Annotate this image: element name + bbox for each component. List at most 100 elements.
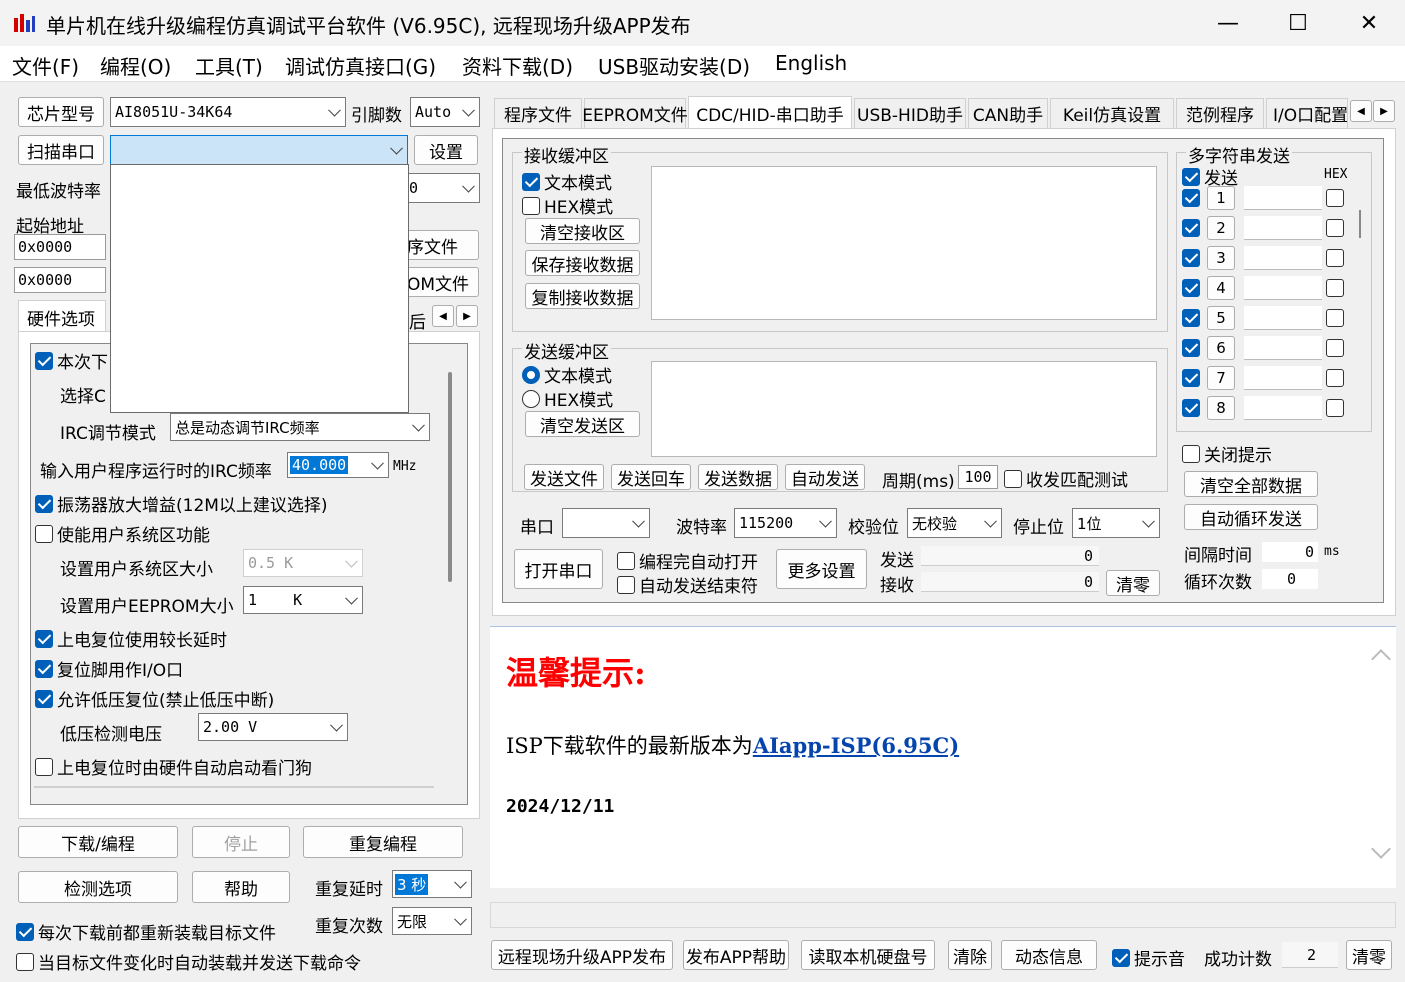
checkbox-icon[interactable] <box>1182 219 1200 237</box>
copy-rx-button[interactable]: 复制接收数据 <box>525 283 640 309</box>
multi-send-row-input[interactable] <box>1244 216 1322 240</box>
send-enter-button[interactable]: 发送回车 <box>611 464 691 490</box>
irc-mode-select[interactable]: 总是动态调节IRC频率 <box>170 413 430 441</box>
tab-scroll-right-icon[interactable]: ▶ <box>456 305 478 327</box>
maximize-button[interactable]: ☐ <box>1263 0 1333 46</box>
menu-tools[interactable]: 工具(T) <box>195 51 263 80</box>
sys-area-size-select[interactable]: 0.5 K <box>243 549 363 577</box>
rx-hex-mode[interactable]: HEX模式 <box>522 193 613 218</box>
low-volt-select[interactable]: 2.00 V <box>198 713 348 741</box>
option-osc-gain[interactable]: 振荡器放大增益(12M以上建议选择) <box>35 491 328 516</box>
auto-end-checkbox[interactable]: 自动发送结束符 <box>617 572 758 597</box>
multi-send-row-button[interactable]: 2 <box>1207 216 1235 240</box>
send-data-button[interactable]: 发送数据 <box>698 464 778 490</box>
menu-usb-driver[interactable]: USB驱动安装(D) <box>598 51 750 80</box>
scan-port-button[interactable]: 扫描串口 <box>18 135 104 165</box>
period-input[interactable]: 100 <box>958 465 998 489</box>
open-port-button[interactable]: 打开串口 <box>514 549 603 589</box>
reset-count-button[interactable]: 清零 <box>1346 940 1392 970</box>
more-settings-button[interactable]: 更多设置 <box>776 549 867 589</box>
tab-hardware-options[interactable]: 硬件选项 <box>18 300 106 332</box>
multi-send-row-button[interactable]: 7 <box>1207 366 1235 390</box>
multi-send-row-button[interactable]: 3 <box>1207 246 1235 270</box>
tab-keil-sim[interactable]: Keil仿真设置 <box>1050 98 1174 128</box>
clear-all-data-button[interactable]: 清空全部数据 <box>1184 471 1318 497</box>
tabs-scroll-left-icon[interactable]: ◀ <box>1350 100 1372 122</box>
option-low-volt-reset[interactable]: 允许低压复位(禁止低压中断) <box>35 686 274 711</box>
baud-select[interactable]: 115200 <box>734 508 837 538</box>
option-reload-each[interactable]: 每次下载前都重新装载目标文件 <box>16 919 276 944</box>
parity-select[interactable]: 无校验 <box>907 508 1002 538</box>
menu-file[interactable]: 文件(F) <box>12 51 79 80</box>
multi-hex-checkbox[interactable] <box>1326 249 1344 267</box>
tabs-scroll-right-icon[interactable]: ▶ <box>1373 100 1395 122</box>
multi-send-row-input[interactable] <box>1244 306 1322 330</box>
multi-send-row-input[interactable] <box>1244 396 1322 420</box>
multi-hex-checkbox[interactable] <box>1326 219 1344 237</box>
eeprom-address-input[interactable]: 0x0000 <box>14 267 106 293</box>
auto-loop-send-button[interactable]: 自动循环发送 <box>1184 504 1318 530</box>
menu-program[interactable]: 编程(O) <box>100 51 171 80</box>
loop-count-input[interactable]: 0 <box>1262 569 1318 589</box>
serial-port-select[interactable] <box>562 508 650 538</box>
check-options-button[interactable]: 检测选项 <box>18 871 178 903</box>
tx-textarea[interactable] <box>651 361 1157 457</box>
checkbox-icon[interactable] <box>1182 249 1200 267</box>
multi-send-row-button[interactable]: 1 <box>1207 186 1235 210</box>
rx-textarea[interactable] <box>651 166 1157 320</box>
rx-text-mode[interactable]: 文本模式 <box>522 169 612 194</box>
open-eeprom-file-button[interactable]: OM文件 <box>405 267 479 297</box>
interval-input[interactable]: 0 <box>1262 542 1318 562</box>
send-file-button[interactable]: 发送文件 <box>524 464 604 490</box>
tab-serial-assistant[interactable]: CDC/HID-串口助手 <box>688 96 852 129</box>
max-baud-select[interactable]: 0 <box>405 173 480 203</box>
multi-hex-checkbox[interactable] <box>1326 309 1344 327</box>
multi-send-row-input[interactable] <box>1244 246 1322 270</box>
open-program-file-button[interactable]: 序文件 <box>405 230 479 260</box>
port-select[interactable] <box>110 135 408 165</box>
settings-button[interactable]: 设置 <box>414 135 478 165</box>
menu-english[interactable]: English <box>775 51 847 75</box>
option-this-time[interactable]: 本次下 <box>35 348 108 373</box>
options-scrollbar[interactable] <box>448 372 452 582</box>
multi-hex-checkbox[interactable] <box>1326 189 1344 207</box>
checkbox-icon[interactable] <box>1182 309 1200 327</box>
multi-send-row-button[interactable]: 6 <box>1207 336 1235 360</box>
checkbox-icon[interactable] <box>1182 279 1200 297</box>
minimize-button[interactable]: — <box>1193 0 1263 46</box>
auto-open-checkbox[interactable]: 编程完自动打开 <box>617 548 758 573</box>
save-rx-button[interactable]: 保存接收数据 <box>525 250 640 276</box>
eeprom-size-select[interactable]: 1 K <box>243 586 363 614</box>
notice-version-link[interactable]: AIapp-ISP(6.95C) <box>753 733 959 758</box>
checkbox-icon[interactable] <box>1182 339 1200 357</box>
publish-help-button[interactable]: 发布APP帮助 <box>683 940 789 970</box>
option-long-reset[interactable]: 上电复位使用较长延时 <box>35 626 227 651</box>
dynamic-info-button[interactable]: 动态信息 <box>1001 940 1097 970</box>
port-dropdown-list[interactable] <box>110 164 409 413</box>
download-program-button[interactable]: 下载/编程 <box>18 826 178 858</box>
clear-notice-button[interactable]: 清除 <box>948 940 992 970</box>
menu-downloads[interactable]: 资料下载(D) <box>462 51 573 80</box>
loop-test-checkbox[interactable]: 收发匹配测试 <box>1004 466 1128 491</box>
option-user-sys-area[interactable]: 使能用户系统区功能 <box>35 521 210 546</box>
clear-rx-button[interactable]: 清空接收区 <box>525 218 640 244</box>
publish-app-button[interactable]: 远程现场升级APP发布 <box>491 940 673 970</box>
tab-program-file[interactable]: 程序文件 <box>494 98 582 128</box>
multi-send-row-input[interactable] <box>1244 186 1322 210</box>
tab-io-config[interactable]: I/O口配置 <box>1266 98 1348 128</box>
tab-partial-label[interactable]: 后 <box>409 308 426 333</box>
menu-debug[interactable]: 调试仿真接口(G) <box>285 51 436 80</box>
multi-send-row-button[interactable]: 4 <box>1207 276 1235 300</box>
tab-usb-hid[interactable]: USB-HID助手 <box>854 98 966 128</box>
chip-model-select[interactable]: AI8051U-34K64 <box>110 97 346 127</box>
tx-hex-mode[interactable]: HEX模式 <box>522 386 613 411</box>
irc-freq-select[interactable]: 40.000 <box>287 452 389 478</box>
multi-send-row-input[interactable] <box>1244 336 1322 360</box>
multi-hex-checkbox[interactable] <box>1326 339 1344 357</box>
multi-hex-checkbox[interactable] <box>1326 369 1344 387</box>
clear-tx-button[interactable]: 清空发送区 <box>525 411 640 437</box>
repeat-count-select[interactable]: 无限 <box>392 907 472 935</box>
multi-scrollbar[interactable] <box>1359 210 1361 238</box>
pins-select[interactable]: Auto <box>410 97 480 127</box>
checkbox-icon[interactable] <box>1182 369 1200 387</box>
